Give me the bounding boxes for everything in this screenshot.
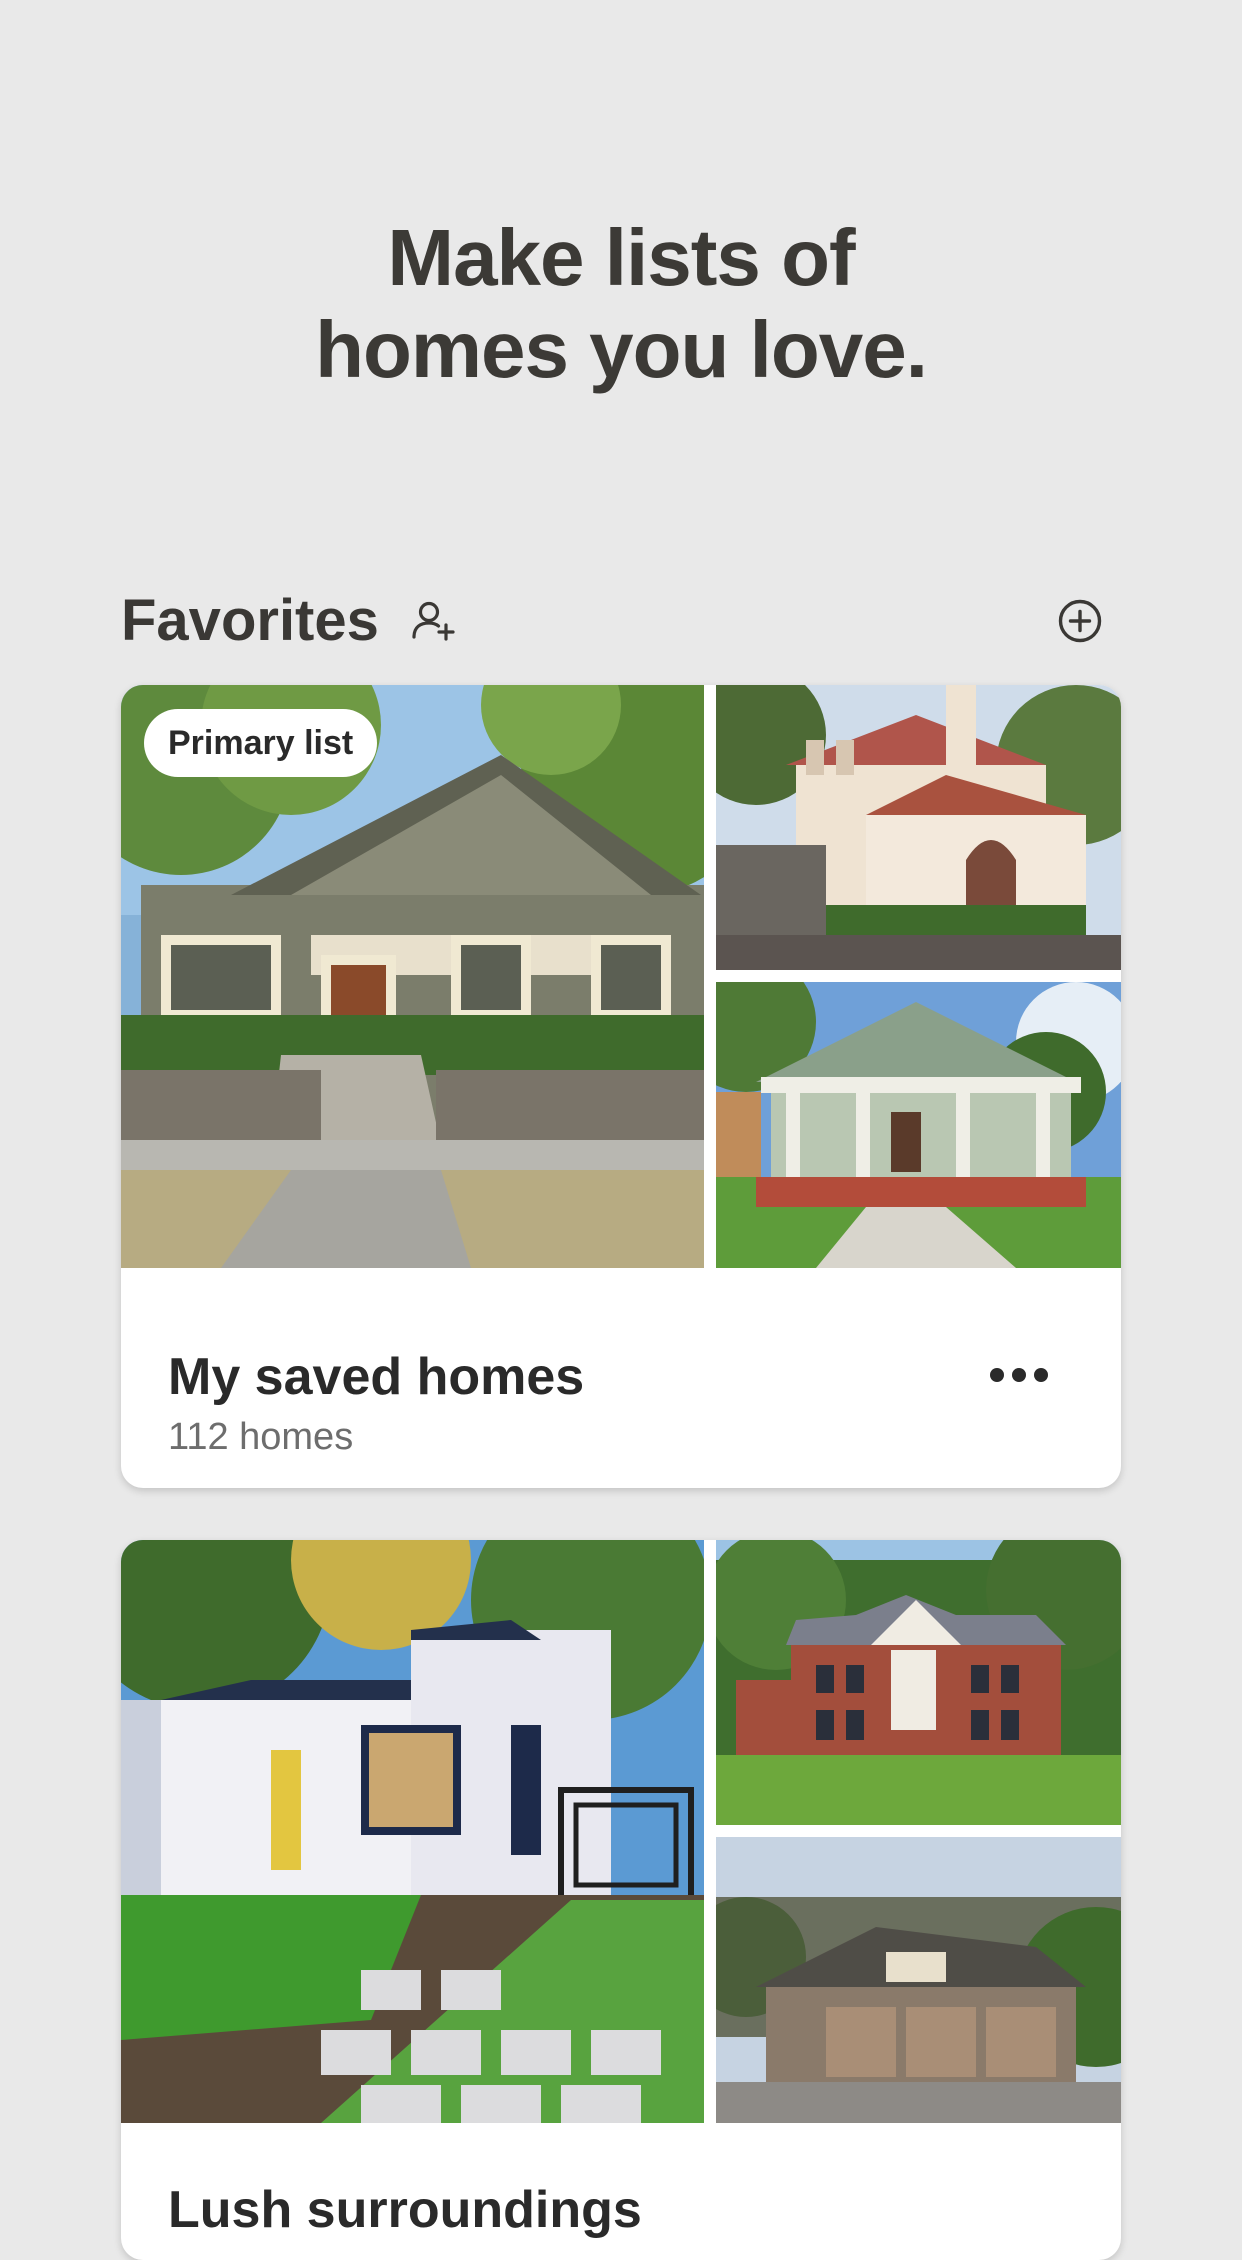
- headline-line-1: Make lists of: [387, 213, 855, 302]
- list-name[interactable]: My saved homes: [168, 1345, 584, 1409]
- list-photo-collage[interactable]: [121, 1540, 1121, 2123]
- craftsman-garage-house-photo: [716, 1837, 1121, 2123]
- more-horizontal-icon[interactable]: [979, 1340, 1059, 1410]
- saved-list-card[interactable]: Lush surroundings: [121, 1540, 1121, 2260]
- porch-house-photo: [716, 982, 1121, 1268]
- primary-list-badge: Primary list: [144, 709, 378, 777]
- brick-colonial-house-photo: [716, 1540, 1121, 1825]
- add-person-icon[interactable]: [409, 596, 459, 646]
- modern-white-house-photo: [121, 1540, 704, 2123]
- headline-line-2: homes you love.: [315, 305, 928, 394]
- plus-circle-icon[interactable]: [1056, 597, 1104, 645]
- saved-list-card[interactable]: Primary list My saved homes 112 homes: [121, 685, 1121, 1488]
- page-headline: Make lists of homes you love.: [0, 212, 1242, 396]
- spanish-house-photo: [716, 685, 1121, 970]
- list-name[interactable]: Lush surroundings: [168, 2178, 642, 2242]
- favorites-header: Favorites: [121, 580, 1121, 662]
- list-photo-collage[interactable]: Primary list: [121, 685, 1121, 1268]
- favorites-title: Favorites: [121, 588, 379, 653]
- list-home-count: 112 homes: [168, 1416, 354, 1458]
